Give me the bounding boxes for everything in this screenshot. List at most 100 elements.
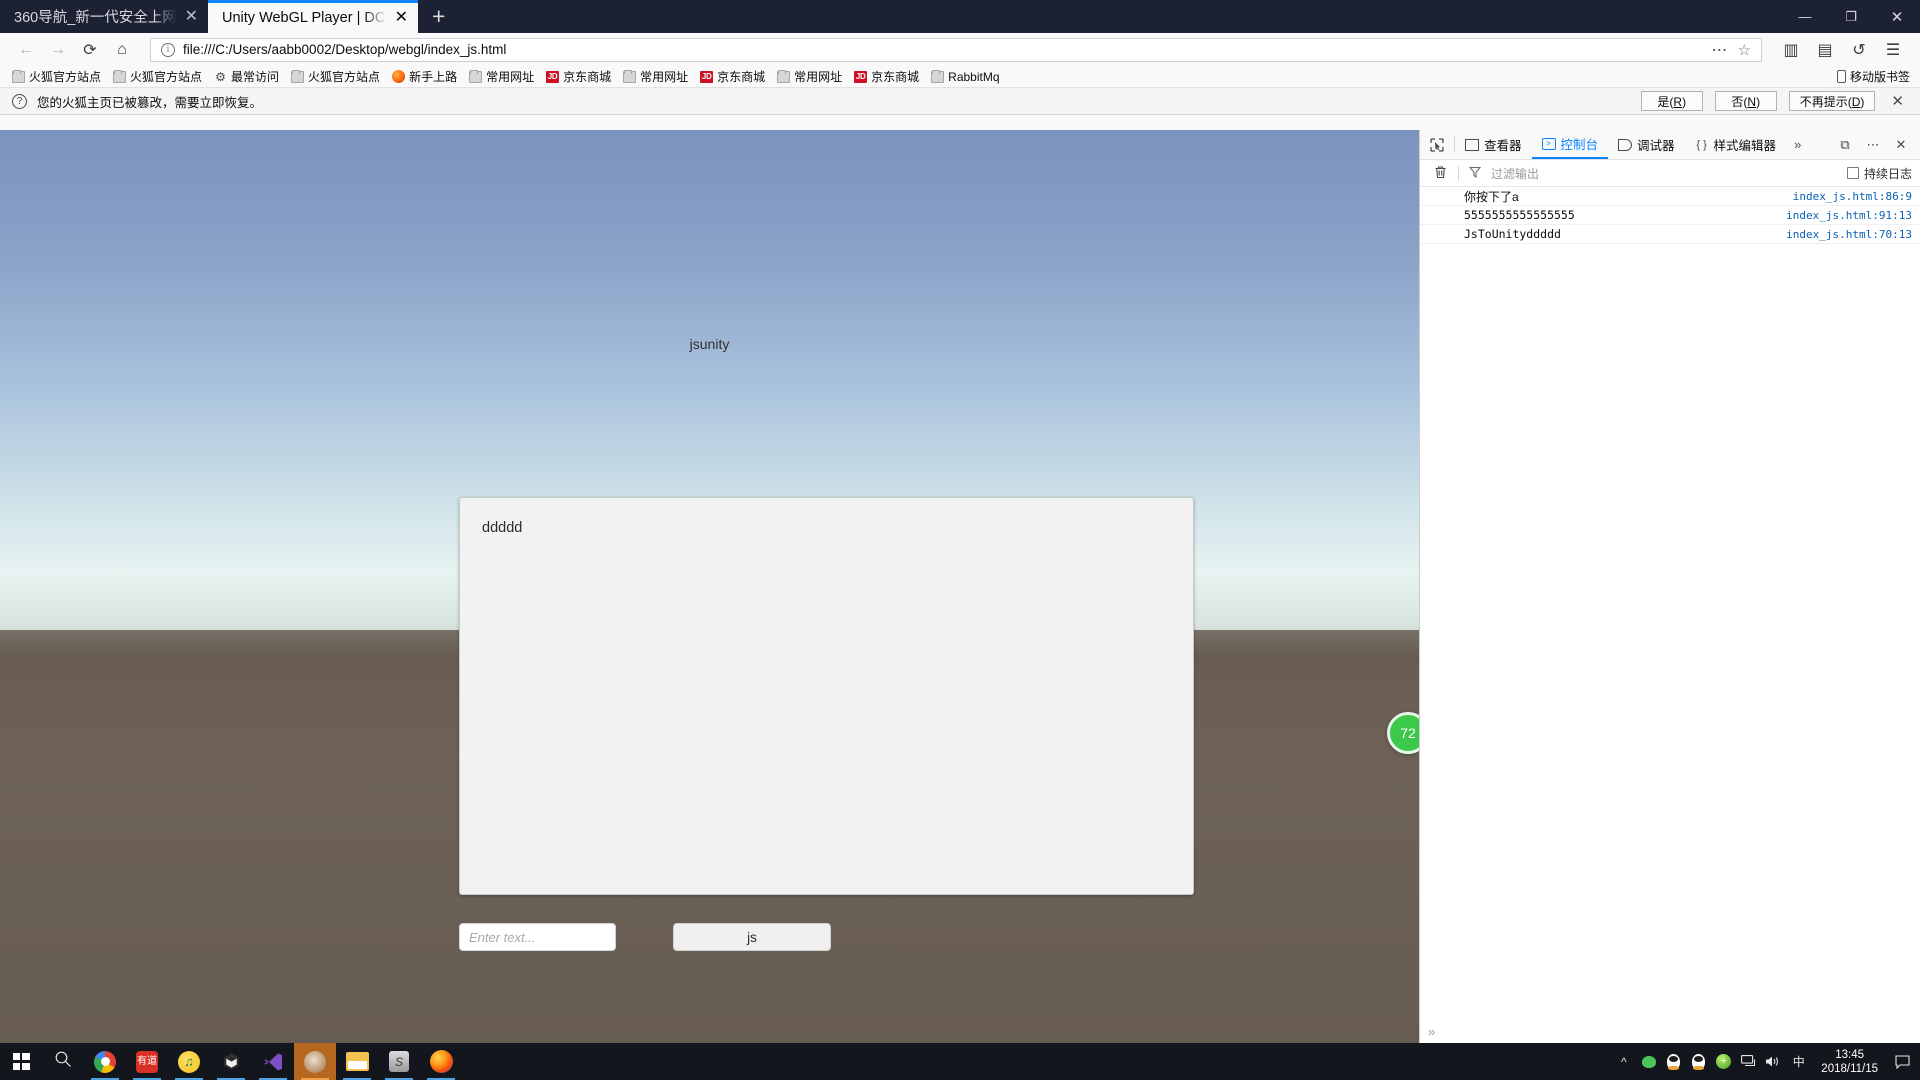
clock[interactable]: 13:45 2018/11/15	[1811, 1048, 1888, 1076]
tab-close-icon[interactable]: ✕	[185, 8, 198, 25]
qq-icon[interactable]	[1686, 1043, 1711, 1080]
360-shield-icon[interactable]: +	[1711, 1043, 1736, 1080]
bookmark-item[interactable]: RabbitMq	[925, 68, 1005, 86]
console-log-row[interactable]: JsToUnityddddd index_js.html:70:13	[1420, 225, 1920, 244]
search-button[interactable]	[42, 1043, 84, 1080]
unity-webgl-player[interactable]: jsunity ddddd Enter text... js 72	[0, 130, 1419, 1043]
devtools-more-tabs-icon[interactable]: »	[1786, 130, 1809, 159]
ime-indicator[interactable]: 中	[1786, 1043, 1811, 1080]
taskbar-vscode[interactable]	[252, 1043, 294, 1080]
bookmark-item[interactable]: 常用网址	[463, 66, 540, 87]
bookmark-item[interactable]: JD 京东商城	[694, 66, 771, 87]
notification-button-label: 是(R)	[1657, 94, 1687, 109]
minimize-button[interactable]: —	[1782, 0, 1828, 33]
taskbar-sublime[interactable]: S	[378, 1043, 420, 1080]
sidebar-icon[interactable]: ▤	[1808, 36, 1842, 64]
page-actions-icon[interactable]: ⋯	[1703, 40, 1738, 60]
bookmark-item[interactable]: 常用网址	[617, 66, 694, 87]
console-log-source[interactable]: index_js.html:70:13	[1786, 228, 1912, 241]
new-tab-button[interactable]: +	[418, 0, 459, 33]
tab-close-icon[interactable]: ✕	[395, 10, 408, 26]
history-icon[interactable]: ↺	[1842, 36, 1876, 64]
bookmark-label: 火狐官方站点	[130, 70, 203, 84]
console-input-prompt[interactable]: »	[1420, 1019, 1920, 1043]
bookmark-label: RabbitMq	[948, 69, 1000, 84]
volume-icon[interactable]	[1761, 1043, 1786, 1080]
taskbar-youdao[interactable]: 有道	[126, 1043, 168, 1080]
question-icon: ?	[12, 93, 27, 109]
tray-overflow-icon[interactable]: ^	[1611, 1043, 1636, 1080]
mobile-bookmarks-item[interactable]: 移动版书签	[1836, 68, 1910, 85]
notification-button[interactable]: 不再提示(D)	[1788, 91, 1876, 111]
taskbar-avatar-app[interactable]	[294, 1043, 336, 1080]
persist-logs-checkbox[interactable]	[1846, 167, 1859, 179]
notification-close-icon[interactable]: ✕	[1887, 92, 1908, 110]
toolbar-right: ▥ ▤ ↺ ☰	[1774, 36, 1910, 64]
bookmark-item[interactable]: JD 京东商城	[848, 66, 925, 87]
bookmark-label: 常用网址	[794, 70, 843, 84]
bookmark-item[interactable]: 火狐官方站点	[285, 66, 386, 87]
bookmark-item[interactable]: JD 京东商城	[540, 66, 617, 87]
folder-icon	[777, 69, 791, 83]
console-log-source[interactable]: index_js.html:86:9	[1793, 190, 1912, 203]
maximize-button[interactable]: ❐	[1828, 0, 1874, 33]
window-close-button[interactable]: ✕	[1874, 0, 1920, 33]
jd-icon: JD	[700, 70, 714, 83]
taskbar-explorer[interactable]	[336, 1043, 378, 1080]
console-log-source[interactable]: index_js.html:91:13	[1786, 209, 1912, 222]
console-log-row[interactable]: 5555555555555555 index_js.html:91:13	[1420, 206, 1920, 225]
bookmark-label: 常用网址	[640, 70, 689, 84]
start-button[interactable]	[0, 1043, 42, 1080]
tab-strip: 360导航_新一代安全上网导航 ✕ Unity WebGL Player | D…	[0, 0, 1920, 33]
notification-bar: ? 您的火狐主页已被篡改，需要立即恢复。 是(R) 否(N) 不再提示(D) ✕	[0, 88, 1920, 115]
bookmark-label: 常用网址	[486, 70, 535, 84]
page-info-icon[interactable]: i	[161, 42, 175, 57]
bookmark-item[interactable]: 常用网址	[771, 66, 848, 87]
console-log-row[interactable]: 你按下了a index_js.html:86:9	[1420, 187, 1920, 206]
console-log-list[interactable]: 你按下了a index_js.html:86:9 5555555555555555 i…	[1420, 187, 1920, 1019]
back-icon[interactable]: ←	[10, 36, 42, 64]
unity-js-button[interactable]: js	[673, 923, 831, 951]
bookmark-item[interactable]: 火狐官方站点	[6, 66, 107, 87]
dock-icon[interactable]: ⧉	[1832, 131, 1858, 159]
qq-icon[interactable]	[1661, 1043, 1686, 1080]
devtools-tab[interactable]: 调试器	[1608, 130, 1685, 159]
url-bar[interactable]: i file:///C:/Users/aabb0002/Desktop/webg…	[150, 37, 1762, 62]
bookmark-item[interactable]: 火狐官方站点	[107, 66, 208, 87]
browser-tab-1[interactable]: 360导航_新一代安全上网导航 ✕	[0, 0, 208, 33]
home-icon[interactable]: ⌂	[106, 36, 138, 64]
devtools-meatball-icon[interactable]: ⋯	[1860, 131, 1886, 159]
folder-icon	[291, 69, 305, 83]
taskbar-firefox[interactable]	[420, 1043, 462, 1080]
devtools-close-icon[interactable]: ✕	[1888, 131, 1914, 159]
clear-console-icon[interactable]	[1428, 165, 1452, 182]
forward-icon[interactable]: →	[42, 36, 74, 64]
devtools-tab[interactable]: > 控制台	[1531, 130, 1609, 159]
action-center-icon[interactable]	[1888, 1043, 1916, 1080]
menu-icon[interactable]: ☰	[1876, 36, 1910, 64]
firefox-icon	[429, 1050, 453, 1073]
reload-icon[interactable]: ⟳	[74, 36, 106, 64]
console-filter-input[interactable]: 过滤输出	[1485, 165, 1847, 182]
taskbar-music[interactable]: ♫	[168, 1043, 210, 1080]
wechat-icon[interactable]	[1636, 1043, 1661, 1080]
unity-text-input[interactable]: Enter text...	[459, 923, 616, 951]
notification-button[interactable]: 否(N)	[1714, 91, 1777, 111]
taskbar-items: 有道 ♫ S	[0, 1043, 462, 1080]
network-icon[interactable]	[1736, 1043, 1761, 1080]
element-picker-icon[interactable]	[1420, 130, 1454, 159]
taskbar-unity[interactable]	[210, 1043, 252, 1080]
notification-actions: 是(R) 否(N) 不再提示(D) ✕	[1640, 91, 1908, 111]
persist-logs-toggle[interactable]: 持续日志	[1846, 165, 1912, 182]
devtools-tab[interactable]: 查看器	[1455, 130, 1532, 159]
library-icon[interactable]: ▥	[1774, 36, 1808, 64]
taskbar-chrome[interactable]	[84, 1043, 126, 1080]
bookmark-item[interactable]: 新手上路	[386, 66, 463, 87]
browser-tab-2[interactable]: Unity WebGL Player | DCIM_PRO ✕	[208, 0, 418, 33]
notification-button[interactable]: 是(R)	[1640, 91, 1703, 111]
phone-icon	[1836, 70, 1846, 83]
devtools-tab[interactable]: { } 样式编辑器	[1685, 130, 1787, 159]
bookmark-label: 京东商城	[563, 70, 612, 84]
bookmark-star-icon[interactable]: ☆	[1738, 41, 1755, 59]
bookmark-item[interactable]: ⚙ 最常访问	[208, 66, 285, 87]
